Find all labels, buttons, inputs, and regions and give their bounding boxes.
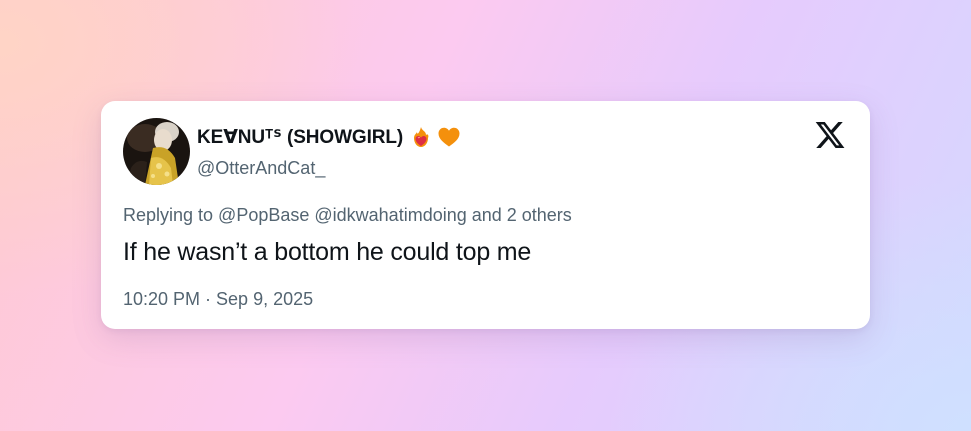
tweet-text: If he wasn’t a bottom he could top me	[123, 238, 532, 266]
author-handle[interactable]: @OtterAndCat_	[197, 158, 325, 179]
tweet-timestamp[interactable]: 10:20 PM · Sep 9, 2025	[123, 289, 313, 310]
replying-to-text: Replying to @PopBase @idkwahatimdoing an…	[123, 205, 572, 225]
avatar[interactable]	[123, 118, 190, 185]
heart-on-fire-icon	[409, 125, 433, 149]
tweet-card: KEꓯNUᵀᔆ (SHOWGIRL) @OtterAndCat_ Replyin…	[101, 101, 870, 329]
author-name-row[interactable]: KEꓯNUᵀᔆ (SHOWGIRL)	[197, 123, 461, 151]
display-name[interactable]: KEꓯNUᵀᔆ (SHOWGIRL)	[197, 126, 403, 149]
orange-heart-icon	[437, 125, 461, 149]
x-logo-icon[interactable]	[814, 119, 846, 151]
